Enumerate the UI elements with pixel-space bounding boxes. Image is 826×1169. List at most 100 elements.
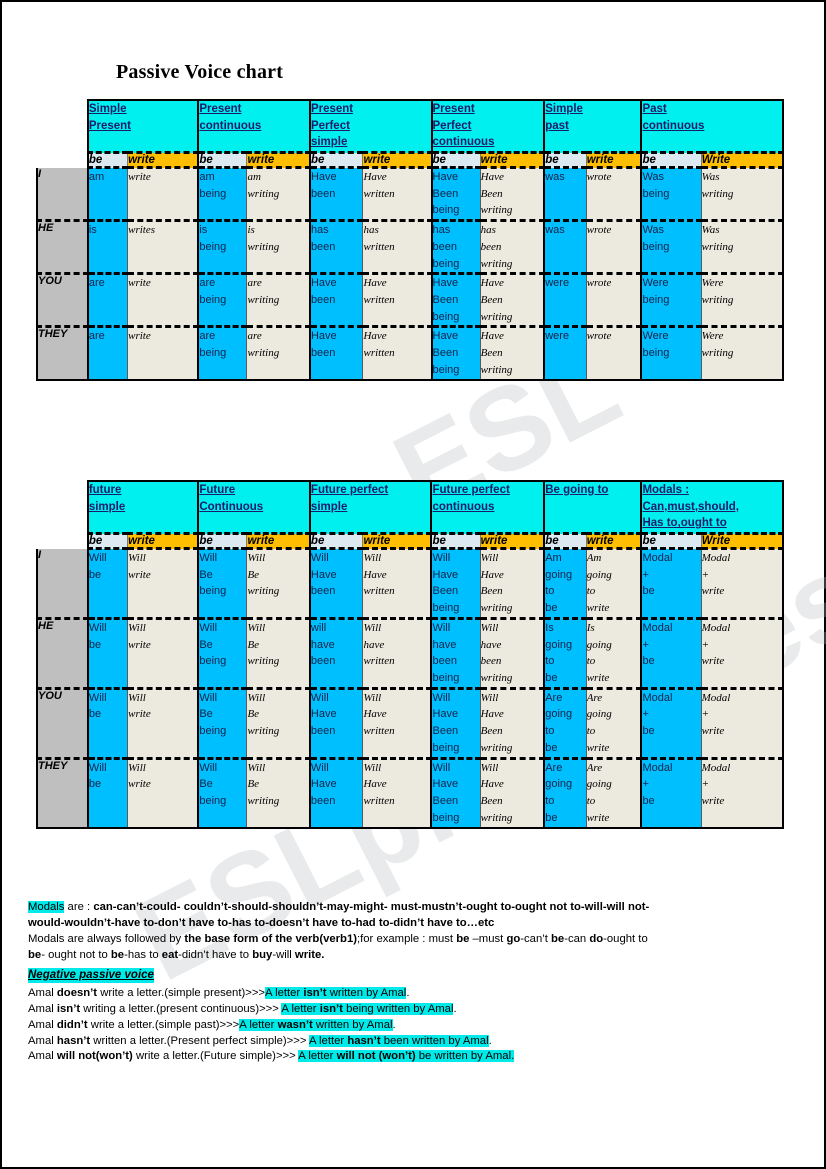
cell-be: are: [86, 326, 129, 381]
example-subject: Amal: [28, 986, 57, 999]
cell-word: writing: [701, 294, 734, 307]
cell-word: been: [310, 187, 336, 200]
cell-be: Will Have been: [308, 548, 364, 620]
cell-word: written: [363, 795, 395, 808]
cell-word: wrote: [586, 277, 612, 290]
passive-voice-table-present-past: Simple Present Present continuous Present Per…: [36, 99, 784, 381]
cell-be: Modal + be: [640, 618, 702, 690]
cell-write: Will Have Been writing: [479, 548, 546, 620]
subheader-write-3: write: [479, 152, 546, 170]
cell-word: Have: [363, 330, 387, 343]
cell-be: were: [543, 326, 587, 381]
cell-word: to: [586, 585, 596, 598]
cell-be: Will be: [86, 548, 129, 620]
subheader-be-2: be: [308, 533, 364, 551]
cell-word: Will: [88, 621, 107, 634]
cell-word: Will: [310, 761, 329, 774]
cell-word: Be: [199, 568, 213, 581]
negative-examples-list: Amal doesn’t write a letter.(simple pres…: [28, 986, 810, 1065]
cell-word: Modal: [642, 552, 673, 565]
cell-write: Will Have written: [362, 688, 433, 760]
cell-word: Will: [432, 761, 451, 774]
table-row: HE is writes is being is writing has been has writ…: [36, 220, 784, 276]
subheader-be-0: be: [86, 152, 129, 170]
cell-write: Have written: [362, 167, 433, 223]
cell-word: write: [128, 171, 151, 184]
cell-word: been: [480, 240, 502, 253]
cell-be: Have Been being: [430, 167, 481, 223]
cell-word: to: [586, 795, 596, 808]
tense-line: Present: [310, 103, 354, 115]
example-answer: A letter hasn’t been written by Amal: [309, 1034, 489, 1047]
cell-word: been: [432, 240, 457, 253]
cell-write: write: [127, 167, 200, 223]
cell-word: writing: [480, 602, 513, 615]
cell-write: Will have been writing: [479, 618, 546, 690]
cell-word: been: [432, 655, 457, 668]
cell-word: is: [247, 224, 255, 237]
subheader-row: be write be write be write be write be write be Wri…: [37, 152, 784, 170]
cell-be: is: [86, 220, 129, 276]
subheader-be-3: be: [430, 533, 481, 551]
cell-word: Been: [432, 725, 459, 738]
cell-word: +: [701, 708, 710, 721]
cell-word: been: [310, 240, 336, 253]
cell-word: +: [701, 568, 710, 581]
cell-word: Will: [199, 621, 218, 634]
subheader-write-0: write: [127, 533, 200, 551]
cell-word: write: [586, 741, 610, 754]
cell-word: Modal: [701, 552, 731, 565]
cell-word: writing: [247, 655, 280, 668]
cell-word: Have: [310, 277, 337, 290]
answer-prefix: A letter: [281, 1002, 320, 1015]
example-subject: Amal: [28, 1050, 57, 1063]
cell-word: Have: [363, 778, 387, 791]
cell-word: Will: [199, 552, 218, 565]
cell-write: Will Have written: [362, 758, 433, 829]
cell-word: writing: [480, 741, 513, 754]
cell-write: Were writing: [700, 273, 784, 329]
tense-header-row: future simple Future Continuous Future perfe…: [37, 480, 784, 536]
cell-word: +: [701, 778, 710, 791]
cell-word: Am: [545, 552, 562, 565]
cell-write: are writing: [246, 273, 311, 329]
cell-word: to: [545, 725, 555, 738]
cell-word: Were: [642, 277, 669, 290]
cell-be: Will Have been: [308, 688, 364, 760]
tense-line: simple: [310, 136, 348, 149]
subheader-write-3: write: [479, 533, 546, 551]
tense-line: Simple: [545, 103, 583, 115]
cell-word: being: [199, 187, 227, 200]
table-row: Iam write am being am writing Have been Have writ…: [36, 167, 784, 223]
cell-word: be: [545, 602, 558, 615]
rule-bold: the base form of the verb(verb1): [184, 932, 357, 945]
subheader-be-3: be: [430, 152, 481, 170]
worksheet-page: ESLprintables.com ESL Passive Voice char…: [0, 0, 826, 1169]
example-negation: doesn’t: [56, 986, 98, 999]
cell-write: Was writing: [700, 220, 784, 276]
cell-word: being: [199, 585, 227, 598]
cell-write: Were writing: [700, 326, 784, 381]
cell-word: Will: [88, 691, 107, 704]
cell-write: wrote: [585, 326, 643, 381]
cell-be: are being: [197, 273, 248, 329]
table-row: YOU Will be Will write Will Be being Will Be writi…: [36, 688, 784, 760]
subheader-be-2: be: [308, 152, 364, 170]
modals-list-line1: can-can’t-could- couldn’t-should-shouldn…: [93, 901, 650, 913]
example-mid-8: -will: [272, 948, 295, 961]
cell-word: writing: [247, 347, 280, 360]
cell-word: Am: [586, 552, 602, 565]
cell-write: wrote: [585, 220, 643, 276]
cell-word: going: [586, 778, 612, 791]
example-rest: write a letter.(Future simple)>>>: [132, 1050, 299, 1063]
cell-write: am writing: [246, 167, 311, 223]
cell-write: Will write: [127, 548, 200, 620]
subheader-write-1: write: [246, 533, 311, 551]
cell-word: going: [545, 778, 573, 791]
cell-word: Are: [545, 761, 563, 774]
cell-be: were: [543, 273, 587, 329]
cell-be: Will Have Been being: [430, 548, 481, 620]
tense-line: Future perfect: [310, 484, 389, 496]
cell-write: wrote: [585, 273, 643, 329]
cell-write: Modal + write: [700, 758, 784, 829]
